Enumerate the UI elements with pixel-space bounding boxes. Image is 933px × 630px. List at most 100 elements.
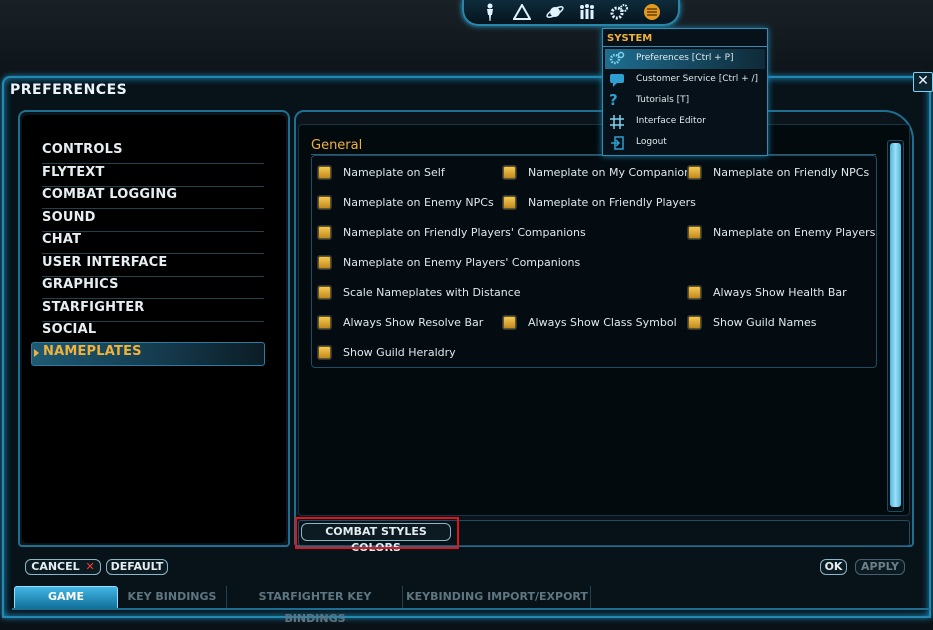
checkbox[interactable] [318,226,331,239]
option-always-show-resolve-bar[interactable]: Always Show Resolve Bar [318,316,483,329]
section-title: General [311,138,363,153]
sidebar-item-label: SOCIAL [42,322,97,337]
option-label: Always Show Health Bar [713,286,847,299]
sidebar-item-social[interactable]: SOCIAL [42,321,264,344]
close-button[interactable]: ✕ [913,72,933,92]
checkbox[interactable] [503,196,516,209]
option-label: Always Show Resolve Bar [343,316,484,329]
chat-bubble-icon [609,72,625,88]
sidebar-item-combat-logging[interactable]: COMBAT LOGGING [42,186,264,209]
system-menu-divider [603,46,767,47]
option-nameplate-enemy-players-companions[interactable]: Nameplate on Enemy Players' Companions [318,256,580,269]
character-icon[interactable] [479,1,501,23]
option-always-show-class-symbol[interactable]: Always Show Class Symbol [503,316,677,329]
checkbox[interactable] [318,316,331,329]
sidebar-item-sound[interactable]: SOUND [42,209,264,232]
sidebar-item-label: COMBAT LOGGING [42,187,178,202]
top-menu-bar [462,0,680,26]
menu-item-logout[interactable]: Logout [605,133,765,153]
abilities-icon[interactable] [511,1,533,23]
checkbox[interactable] [688,226,701,239]
sidebar-item-label: GRAPHICS [42,277,119,292]
sidebar-item-graphics[interactable]: GRAPHICS [42,276,264,299]
sidebar-item-controls[interactable]: CONTROLS [42,141,264,164]
checkbox[interactable] [503,166,516,179]
option-show-guild-heraldry[interactable]: Show Guild Heraldry [318,346,456,359]
cancel-button[interactable]: CANCEL ✕ [25,559,101,575]
sidebar-item-label: USER INTERFACE [42,255,168,270]
checkbox[interactable] [318,286,331,299]
sidebar-item-starfighter[interactable]: STARFIGHTER [42,299,264,322]
gear-icon [609,51,625,67]
social-icon[interactable] [576,1,598,23]
menu-item-customer-service[interactable]: Customer Service [Ctrl + /] [605,70,765,90]
option-nameplate-friendly-npcs[interactable]: Nameplate on Friendly NPCs [688,166,869,179]
sidebar-item-label: SOUND [42,210,96,225]
tab-game[interactable]: GAME [14,586,118,610]
option-label: Show Guild Heraldry [343,346,456,359]
tab-key-bindings[interactable]: KEY BINDINGS [118,586,227,608]
sidebar-item-label: FLYTEXT [42,165,105,180]
sidebar-item-chat[interactable]: CHAT [42,231,264,254]
menu-item-interface-editor[interactable]: Interface Editor [605,112,765,132]
option-label: Nameplate on Enemy Players [713,226,876,239]
option-scale-nameplates[interactable]: Scale Nameplates with Distance [318,286,521,299]
option-nameplate-friendly-players[interactable]: Nameplate on Friendly Players [503,196,696,209]
system-gear-icon[interactable] [608,1,630,23]
grid-icon [609,114,625,130]
default-button[interactable]: DEFAULT [106,559,168,575]
checkbox[interactable] [688,316,701,329]
option-label: Nameplate on Friendly NPCs [713,166,870,179]
checkbox[interactable] [318,196,331,209]
checkbox[interactable] [688,166,701,179]
option-show-guild-names[interactable]: Show Guild Names [688,316,816,329]
option-label: Show Guild Names [713,316,817,329]
tab-keybinding-import-export[interactable]: KEYBINDING IMPORT/EXPORT [404,586,591,608]
close-icon: ✕ [85,560,95,573]
checkbox[interactable] [688,286,701,299]
option-label: Nameplate on Enemy Players' Companions [343,256,581,269]
highlight-box [295,517,459,549]
option-always-show-health-bar[interactable]: Always Show Health Bar [688,286,847,299]
menu-item-label: Customer Service [Ctrl + /] [636,74,759,84]
menu-item-label: Preferences [Ctrl + P] [636,53,734,63]
logout-icon [609,135,625,151]
menu-item-label: Interface Editor [636,116,706,126]
system-menu: SYSTEM Preferences [Ctrl + P] Customer S… [602,28,768,156]
apply-button[interactable]: APPLY [855,559,905,575]
option-nameplate-friendly-players-companions[interactable]: Nameplate on Friendly Players' Companion… [318,226,586,239]
scrollbar-thumb[interactable] [890,143,901,507]
option-label: Nameplate on Enemy NPCs [343,196,494,209]
option-label: Scale Nameplates with Distance [343,286,521,299]
sidebar-item-nameplates[interactable]: NAMEPLATES [31,342,265,366]
menu-item-preferences[interactable]: Preferences [Ctrl + P] [605,49,765,69]
checkbox[interactable] [318,166,331,179]
option-label: Nameplate on My Companion [528,166,692,179]
tab-starfighter-key-bindings[interactable]: STARFIGHTER KEY BINDINGS [228,586,403,625]
credits-icon[interactable] [641,1,663,23]
option-nameplate-enemy-npcs[interactable]: Nameplate on Enemy NPCs [318,196,494,209]
checkbox[interactable] [318,256,331,269]
menu-item-tutorials[interactable]: ? Tutorials [T] [605,91,765,111]
tab-bar: GAME KEY BINDINGS STARFIGHTER KEY BINDIN… [12,586,932,625]
selected-arrow-icon [34,349,39,357]
sidebar-item-user-interface[interactable]: USER INTERFACE [42,254,264,277]
checkbox[interactable] [503,316,516,329]
checkbox[interactable] [318,346,331,359]
sidebar-item-label: CHAT [42,232,82,247]
option-nameplate-self[interactable]: Nameplate on Self [318,166,445,179]
sidebar-item-label: NAMEPLATES [43,344,142,359]
option-label: Nameplate on Friendly Players [528,196,696,209]
question-icon: ? [609,91,618,109]
ok-button[interactable]: OK [820,559,847,575]
menu-item-label: Tutorials [T] [636,95,690,105]
option-label: Nameplate on Friendly Players' Companion… [343,226,586,239]
galaxy-map-icon[interactable] [544,1,566,23]
sidebar-item-label: STARFIGHTER [42,300,145,315]
option-label: Always Show Class Symbol [528,316,677,329]
option-nameplate-my-companion[interactable]: Nameplate on My Companion [503,166,691,179]
sidebar-item-flytext[interactable]: FLYTEXT [42,164,264,187]
option-nameplate-enemy-players[interactable]: Nameplate on Enemy Players [688,226,875,239]
system-menu-header: SYSTEM [607,33,653,44]
option-label: Nameplate on Self [343,166,445,179]
